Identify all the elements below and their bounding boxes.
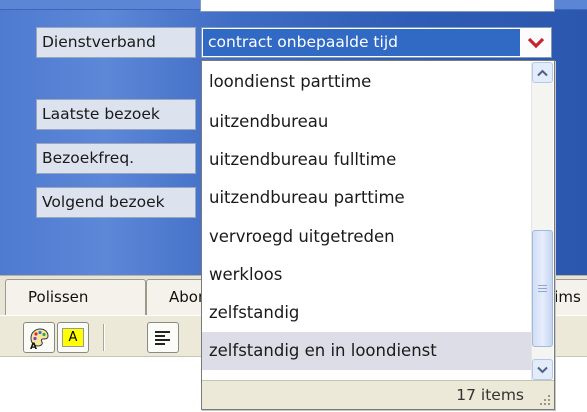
dropdown-option-highlighted[interactable]: zelfstandig en in loondienst bbox=[202, 332, 532, 371]
paint-palette-icon: A bbox=[30, 327, 49, 350]
label-bezoekfreq: Bezoekfreq. bbox=[36, 143, 196, 174]
chevron-up-icon bbox=[537, 69, 548, 76]
chevron-down-icon[interactable] bbox=[521, 29, 550, 56]
chevron-down-icon bbox=[537, 366, 548, 373]
dropdown-scrollbar[interactable] bbox=[531, 62, 553, 380]
align-left-icon bbox=[155, 330, 170, 345]
svg-text:A: A bbox=[30, 342, 37, 350]
dienstverband-selected-value[interactable]: contract onbepaalde tijd bbox=[203, 29, 520, 56]
toolbar-separator bbox=[103, 324, 105, 351]
dienstverband-dropdown-list[interactable]: loondienst parttime uitzendbureau uitzen… bbox=[201, 60, 555, 410]
resize-grip-icon[interactable] bbox=[537, 392, 551, 406]
dropdown-option[interactable]: zelfstandig bbox=[202, 294, 532, 332]
tab-polissen[interactable]: Polissen bbox=[5, 279, 146, 315]
scrollbar-thumb[interactable] bbox=[532, 230, 553, 347]
label-volgend-bezoek: Volgend bezoek bbox=[36, 187, 196, 218]
dropdown-options[interactable]: loondienst parttime uitzendbureau uitzen… bbox=[202, 61, 532, 381]
dropdown-option[interactable]: uitzendbureau fulltime bbox=[202, 141, 532, 179]
dropdown-option[interactable]: loondienst parttime bbox=[202, 61, 532, 103]
label-dienstverband: Dienstverband bbox=[36, 27, 196, 58]
partial-field-above[interactable] bbox=[200, 0, 555, 12]
grip-lines-icon bbox=[538, 284, 547, 292]
dropdown-option[interactable]: vervroegd uitgetreden bbox=[202, 218, 532, 256]
highlight-text-icon: A bbox=[62, 328, 84, 347]
dropdown-option[interactable]: uitzendbureau parttime bbox=[202, 179, 532, 217]
dropdown-option[interactable]: uitzendbureau bbox=[202, 103, 532, 141]
dropdown-footer: 17 items bbox=[202, 380, 554, 409]
item-count: 17 items bbox=[456, 386, 524, 404]
dropdown-option[interactable]: werkloos bbox=[202, 256, 532, 294]
scroll-up-button[interactable] bbox=[532, 62, 553, 83]
highlight-text-button[interactable]: A bbox=[57, 322, 89, 353]
dienstverband-combobox[interactable]: contract onbepaalde tijd bbox=[201, 27, 552, 58]
paint-palette-button[interactable]: A bbox=[23, 322, 55, 353]
scroll-down-button[interactable] bbox=[532, 359, 553, 380]
label-laatste-bezoek: Laatste bezoek bbox=[36, 99, 196, 130]
align-left-button[interactable] bbox=[147, 322, 179, 353]
tab-abonnementen[interactable]: Abon bbox=[146, 279, 206, 315]
